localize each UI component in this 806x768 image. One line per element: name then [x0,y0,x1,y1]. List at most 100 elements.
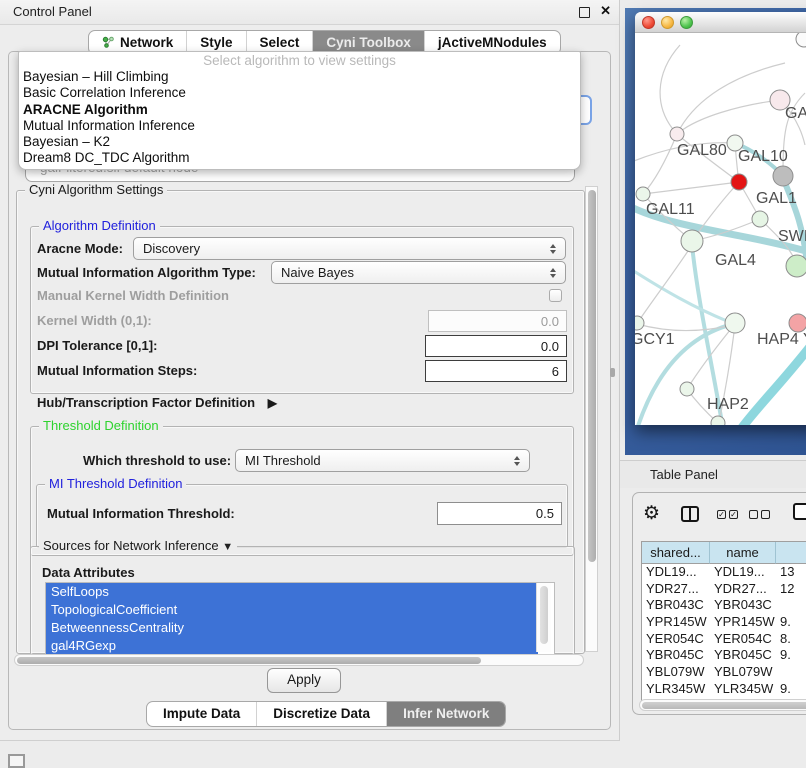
network-node-gal4[interactable] [681,230,703,252]
sources-group-title: Sources for Network Inference ▼ [39,538,237,553]
function-builder-icon[interactable] [793,503,806,520]
table-row[interactable]: YDR27...YDR27...12 [642,581,806,598]
table-row[interactable]: YBR045CYBR045C9. [642,647,806,664]
select-all-icon[interactable]: ✓ ✓ [717,510,738,519]
scrollbar-thumb[interactable] [642,702,806,709]
algorithm-options-list: Bayesian – Hill ClimbingBasic Correlatio… [19,69,580,167]
mi-threshold-field[interactable]: 0.5 [437,502,562,525]
data-attribute-item[interactable]: gal4RGexp [46,637,538,655]
expand-down-icon[interactable]: ▼ [222,541,233,553]
unchecked-box-icon [761,510,770,519]
panel-title: Control Panel [13,4,92,19]
table-cell: YER054C [642,631,710,648]
table-cell: YBL079W [642,664,710,681]
network-node[interactable] [711,416,725,425]
table-cell: YLR345W [710,681,776,698]
bottom-tab-discretize-data[interactable]: Discretize Data [256,702,386,726]
table-cell: 13 [776,564,806,581]
kernel-width-label: Kernel Width (0,1): [37,310,152,332]
network-node-gal80[interactable] [670,127,684,141]
mac-minimize-button[interactable] [661,16,674,29]
which-threshold-label: Which threshold to use: [83,450,231,472]
scrollbar-thumb[interactable] [17,657,481,664]
column-browser-icon[interactable] [681,506,699,522]
which-threshold-select[interactable]: MI Threshold [235,449,530,472]
table-cell: 8. [776,631,806,648]
attr-list-scrollbar[interactable] [536,583,551,652]
algorithm-option-basic-correlation-inference[interactable]: Basic Correlation Inference [19,85,580,101]
algorithm-option-aracne-algorithm[interactable]: ARACNE Algorithm [19,102,580,118]
data-attributes-label: Data Attributes [42,562,135,584]
bottom-tab-impute-data[interactable]: Impute Data [147,702,256,726]
scrollbar-thumb[interactable] [540,586,548,644]
algorithm-option-bayesian-hill-climbing[interactable]: Bayesian – Hill Climbing [19,69,580,85]
table-row[interactable]: YBL079WYBL079W [642,664,806,681]
mi-type-select[interactable]: Naive Bayes [271,261,566,284]
minimized-panel-icon[interactable] [8,754,25,768]
network-node[interactable] [796,33,806,47]
network-node-gal11[interactable] [636,187,650,201]
network-node[interactable] [786,255,806,277]
aracne-mode-select[interactable]: Discovery [133,237,566,260]
hub-definition-label: Hub/Transcription Factor Definition [37,395,255,410]
table-cell: 9. [776,681,806,698]
node-label: HAP2 [707,396,749,413]
table-cell [776,664,806,681]
table-row[interactable]: YPR145WYPR145W9. [642,614,806,631]
deselect-all-icon[interactable] [749,510,770,519]
network-node[interactable] [773,166,793,186]
manual-kernel-checkbox[interactable] [549,289,562,302]
network-node-gcy1[interactable] [635,316,644,330]
table-horizontal-scrollbar[interactable] [639,699,806,711]
network-node-y[interactable] [789,314,806,332]
scrollbar-thumb[interactable] [588,190,596,562]
table-row[interactable]: YER054CYER054C8. [642,631,806,648]
table-row[interactable]: YLR345WYLR345W9. [642,681,806,698]
float-icon[interactable] [579,7,590,18]
data-attribute-item[interactable]: BetweennessCentrality [46,619,538,637]
bottom-tab-infer-network[interactable]: Infer Network [386,702,505,726]
network-canvas[interactable]: GAL7GAL80GAL10GAL1GAL11SWI4GAL4GCY1HAP4Y… [635,33,806,425]
table-panel-title: Table Panel [650,467,718,482]
table-row[interactable]: YDL19...YDL19...13 [642,564,806,581]
data-attributes-list[interactable]: SelfLoopsTopologicalCoefficientBetweenne… [45,582,555,655]
network-node-swi4[interactable] [752,211,768,227]
settings-horizontal-scrollbar[interactable] [14,654,584,666]
column-header[interactable]: name [710,542,776,564]
dpi-tolerance-field[interactable]: 0.0 [425,335,567,357]
algorithm-option-dream8-dc-tdc-algorithm[interactable]: Dream8 DC_TDC Algorithm [19,150,580,166]
panel-splitter-handle[interactable] [610,368,615,377]
data-attribute-item[interactable]: SelfLoops [46,583,538,601]
algorithm-option-bayesian-k2[interactable]: Bayesian – K2 [19,134,580,150]
network-node-gal1[interactable] [731,174,747,190]
table-cell: 9. [776,647,806,664]
kernel-width-field[interactable]: 0.0 [428,310,567,332]
gear-icon[interactable]: ⚙ [643,503,660,525]
apply-button[interactable]: Apply [267,668,341,693]
table-cell: YBR045C [710,647,776,664]
column-header[interactable]: shared... [642,542,710,564]
hub-definition-toggle[interactable]: Hub/Transcription Factor Definition ▶ [37,392,277,414]
mi-steps-field[interactable]: 6 [425,360,567,382]
tab-label: Style [200,35,232,50]
column-header[interactable] [776,542,806,564]
data-attribute-item[interactable]: TopologicalCoefficient [46,601,538,619]
table-header-row: shared...name [642,542,806,564]
node-label: GAL80 [677,142,727,159]
mac-close-button[interactable] [642,16,655,29]
table-row[interactable]: YBR043CYBR043C [642,597,806,614]
expand-right-icon[interactable]: ▶ [268,396,277,410]
dpi-tolerance-label: DPI Tolerance [0,1]: [37,335,157,357]
mac-zoom-button[interactable] [680,16,693,29]
node-label: GAL1 [756,190,797,207]
mi-steps-label: Mutual Information Steps: [37,360,197,382]
settings-vertical-scrollbar[interactable] [585,186,598,652]
node-label: GCY1 [635,331,675,348]
close-icon[interactable]: ✕ [600,3,611,19]
algorithm-option-mutual-information-inference[interactable]: Mutual Information Inference [19,118,580,134]
network-node-hap4[interactable] [725,313,745,333]
network-node-hap2[interactable] [680,382,694,396]
table-body: YDL19...YDL19...13YDR27...YDR27...12YBR0… [642,564,806,700]
kernel-width-value: 0.0 [541,314,559,329]
table-cell: YER054C [710,631,776,648]
